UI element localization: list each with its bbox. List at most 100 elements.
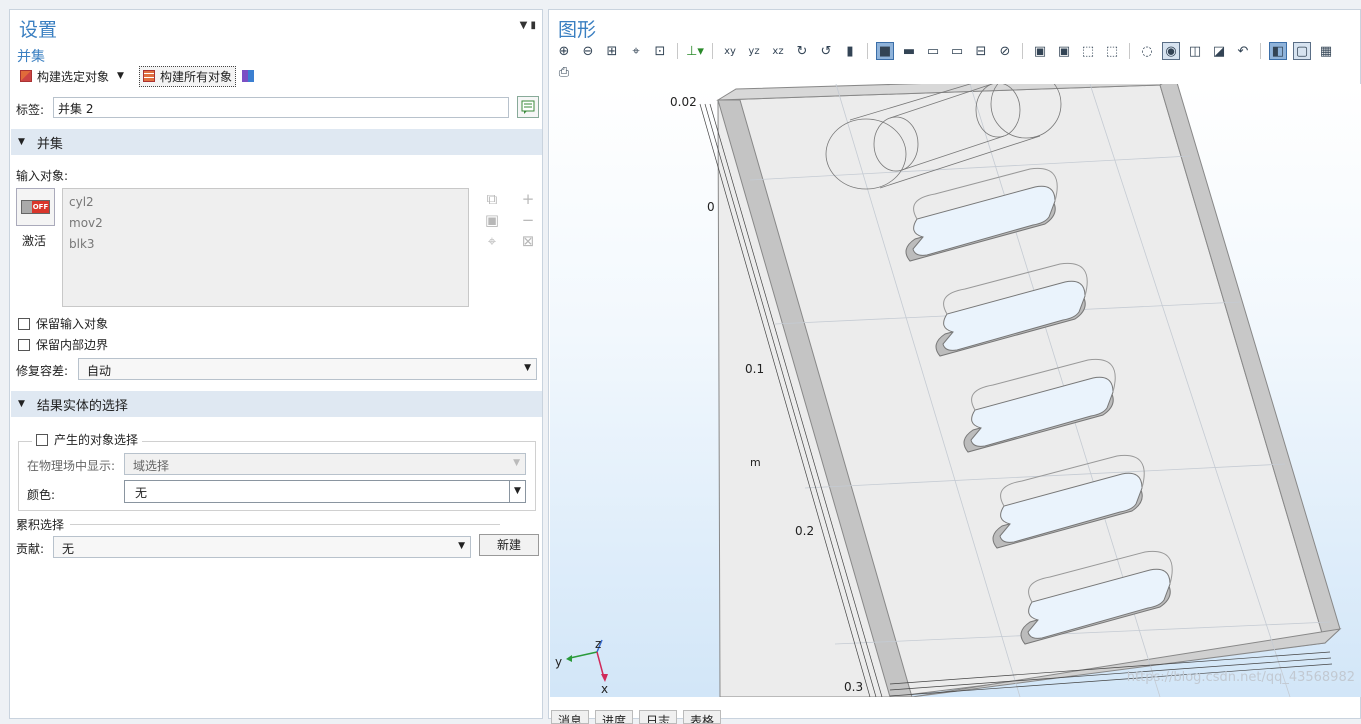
contribute-value: 无 [62, 542, 75, 556]
repair-tolerance-value: 自动 [87, 364, 112, 378]
view-xy-icon[interactable]: xy [721, 42, 739, 60]
keep-input-row[interactable]: 保留输入对象 [18, 315, 108, 332]
cumulative-divider [70, 524, 501, 525]
add-icon[interactable]: + [522, 190, 535, 208]
select-domain-icon[interactable]: ■ [876, 42, 894, 60]
axis-triad [566, 639, 608, 682]
print-icon[interactable]: ⎙ [555, 63, 573, 81]
color-dropdown-button[interactable]: ▼ [509, 480, 526, 503]
activate-label: 激活 [22, 234, 47, 248]
repair-tolerance-select[interactable]: 自动 ▼ [78, 358, 537, 380]
build-selected-icon [20, 70, 32, 82]
build-selected-label: 构建选定对象 [37, 69, 110, 84]
resulting-selection-row[interactable]: 产生的对象选择 [32, 431, 143, 448]
zoom-selected-icon[interactable]: ⌖ [627, 42, 645, 60]
show-in-physics-value: 域选择 [133, 459, 170, 473]
label-caption: 标签: [16, 103, 45, 117]
cumulative-caption: 累积选择 [16, 518, 65, 532]
build-toolbar: 构建选定对象 ▼ 构建所有对象 [17, 65, 254, 87]
copy-icon[interactable]: ⧉ [487, 190, 498, 208]
clear-selection-icon[interactable]: ⊟ [972, 42, 990, 60]
input-objects-list[interactable]: cyl2 mov2 blk3 [62, 188, 469, 307]
deselect-box-icon[interactable]: ⬚ [1103, 42, 1121, 60]
section-union-header[interactable]: ▼ 并集 [11, 129, 542, 155]
paste-icon[interactable]: ▣ [485, 211, 499, 229]
watermark: https://blog.csdn.net/qq_43568982 [1126, 670, 1355, 685]
list-tools-right: + − ⊠ [518, 190, 538, 250]
transparency-icon[interactable]: ▮ [841, 42, 859, 60]
show-icon[interactable]: ◉ [1162, 42, 1180, 60]
list-item[interactable]: mov2 [69, 213, 462, 234]
view-yz-icon[interactable]: yz [745, 42, 763, 60]
graphics-toolbar: ⊕ ⊖ ⊞ ⌖ ⊡ ⊥▾ xy yz xz ↻ ↺ ▮ ■ ▬ ▭ ▭ ⊟ ⊘ … [555, 42, 1335, 60]
axes-orient-icon[interactable]: ⊥▾ [686, 42, 704, 60]
keep-input-label: 保留输入对象 [36, 317, 109, 331]
activate-toggle-button[interactable]: OFF [16, 188, 55, 226]
resulting-selection-label: 产生的对象选择 [54, 433, 139, 447]
copy-image-icon[interactable]: ▣ [1055, 42, 1073, 60]
graphics-panel: 图形 ⊕ ⊖ ⊞ ⌖ ⊡ ⊥▾ xy yz xz ↻ ↺ ▮ ■ ▬ ▭ ▭ ⊟… [548, 9, 1361, 724]
view-xz-icon[interactable]: xz [769, 42, 787, 60]
axis-tick-label: 0 [707, 200, 715, 214]
view-mode-a-icon[interactable]: ◧ [1269, 42, 1287, 60]
resulting-selection-checkbox[interactable] [36, 433, 48, 446]
keep-interior-label: 保留内部边界 [36, 338, 109, 352]
tab-messages[interactable]: 消息 [551, 710, 590, 724]
comment-button[interactable] [517, 96, 539, 118]
contribute-caption: 贡献: [16, 542, 45, 556]
rotate-ccw-icon[interactable]: ↺ [817, 42, 835, 60]
axis-tick-label: 0.02 [670, 95, 697, 109]
rotate-cw-icon[interactable]: ↻ [793, 42, 811, 60]
zoom-out-icon[interactable]: ⊖ [579, 42, 597, 60]
clear-icon[interactable]: ⊠ [522, 232, 535, 250]
build-all-button[interactable]: 构建所有对象 [138, 65, 236, 87]
axis-tick-label: 0.3 [844, 680, 864, 694]
chevron-down-icon: ▼ [458, 541, 465, 551]
keep-input-checkbox[interactable] [18, 317, 30, 330]
show-in-physics-caption: 在物理场中显示: [27, 459, 116, 473]
zoom-extents-icon[interactable]: ⊡ [651, 42, 669, 60]
keep-interior-checkbox[interactable] [18, 338, 30, 351]
chevron-down-icon: ▼ [513, 458, 520, 468]
wireframe-icon[interactable]: ◫ [1186, 42, 1204, 60]
contribute-select[interactable]: 无 ▼ [53, 536, 471, 558]
hide-icon[interactable]: ◌ [1138, 42, 1156, 60]
zoom-box-icon[interactable]: ⊞ [603, 42, 621, 60]
panel-menu-pin-icons[interactable]: ▼ ▮ [520, 20, 536, 31]
zoom-selection-icon[interactable]: ⌖ [488, 232, 496, 250]
zoom-in-icon[interactable]: ⊕ [555, 42, 573, 60]
keep-interior-row[interactable]: 保留内部边界 [18, 336, 108, 353]
new-button[interactable]: 新建 [479, 534, 539, 556]
cumulative-section: 累积选择 [16, 516, 501, 533]
color-field[interactable]: 无 [124, 480, 510, 503]
select-boundary-icon[interactable]: ▬ [900, 42, 918, 60]
section-result-header[interactable]: ▼ 结果实体的选择 [11, 391, 542, 417]
list-tools-left: ⧉ ▣ ⌖ [482, 190, 502, 250]
image-snapshot-icon[interactable]: ▣ [1031, 42, 1049, 60]
list-item[interactable]: blk3 [69, 234, 462, 255]
off-switch-icon: OFF [21, 200, 50, 214]
select-point-icon[interactable]: ▭ [948, 42, 966, 60]
chevron-down-icon[interactable]: ▼ [117, 71, 124, 81]
tab-log[interactable]: 日志 [639, 710, 678, 724]
tab-table[interactable]: 表格 [683, 710, 722, 724]
select-box-icon[interactable]: ⬚ [1079, 42, 1097, 60]
remove-icon[interactable]: − [522, 211, 535, 229]
list-item[interactable]: cyl2 [69, 192, 462, 213]
color-caption: 颜色: [27, 488, 56, 502]
show-in-physics-select: 域选择 ▼ [124, 453, 526, 475]
triad-z-label: z [595, 637, 602, 651]
triad-x-label: x [601, 682, 609, 696]
label-field[interactable]: 并集 2 [53, 97, 509, 118]
graphics-viewport[interactable]: 0.02 0 0.1 m 0.2 0.3 z y x https://blog.… [550, 84, 1361, 697]
build-preview-icon[interactable] [241, 70, 254, 82]
build-all-icon [142, 70, 155, 82]
scene-light-icon[interactable]: ◪ [1210, 42, 1228, 60]
view-mode-b-icon[interactable]: ▢ [1293, 42, 1311, 60]
select-edge-icon[interactable]: ▭ [924, 42, 942, 60]
tab-progress[interactable]: 进度 [595, 710, 634, 724]
build-selected-button[interactable]: 构建选定对象 ▼ [17, 67, 127, 86]
reset-icon[interactable]: ↶ [1234, 42, 1252, 60]
grid-icon[interactable]: ▦ [1317, 42, 1335, 60]
deselect-all-icon[interactable]: ⊘ [996, 42, 1014, 60]
